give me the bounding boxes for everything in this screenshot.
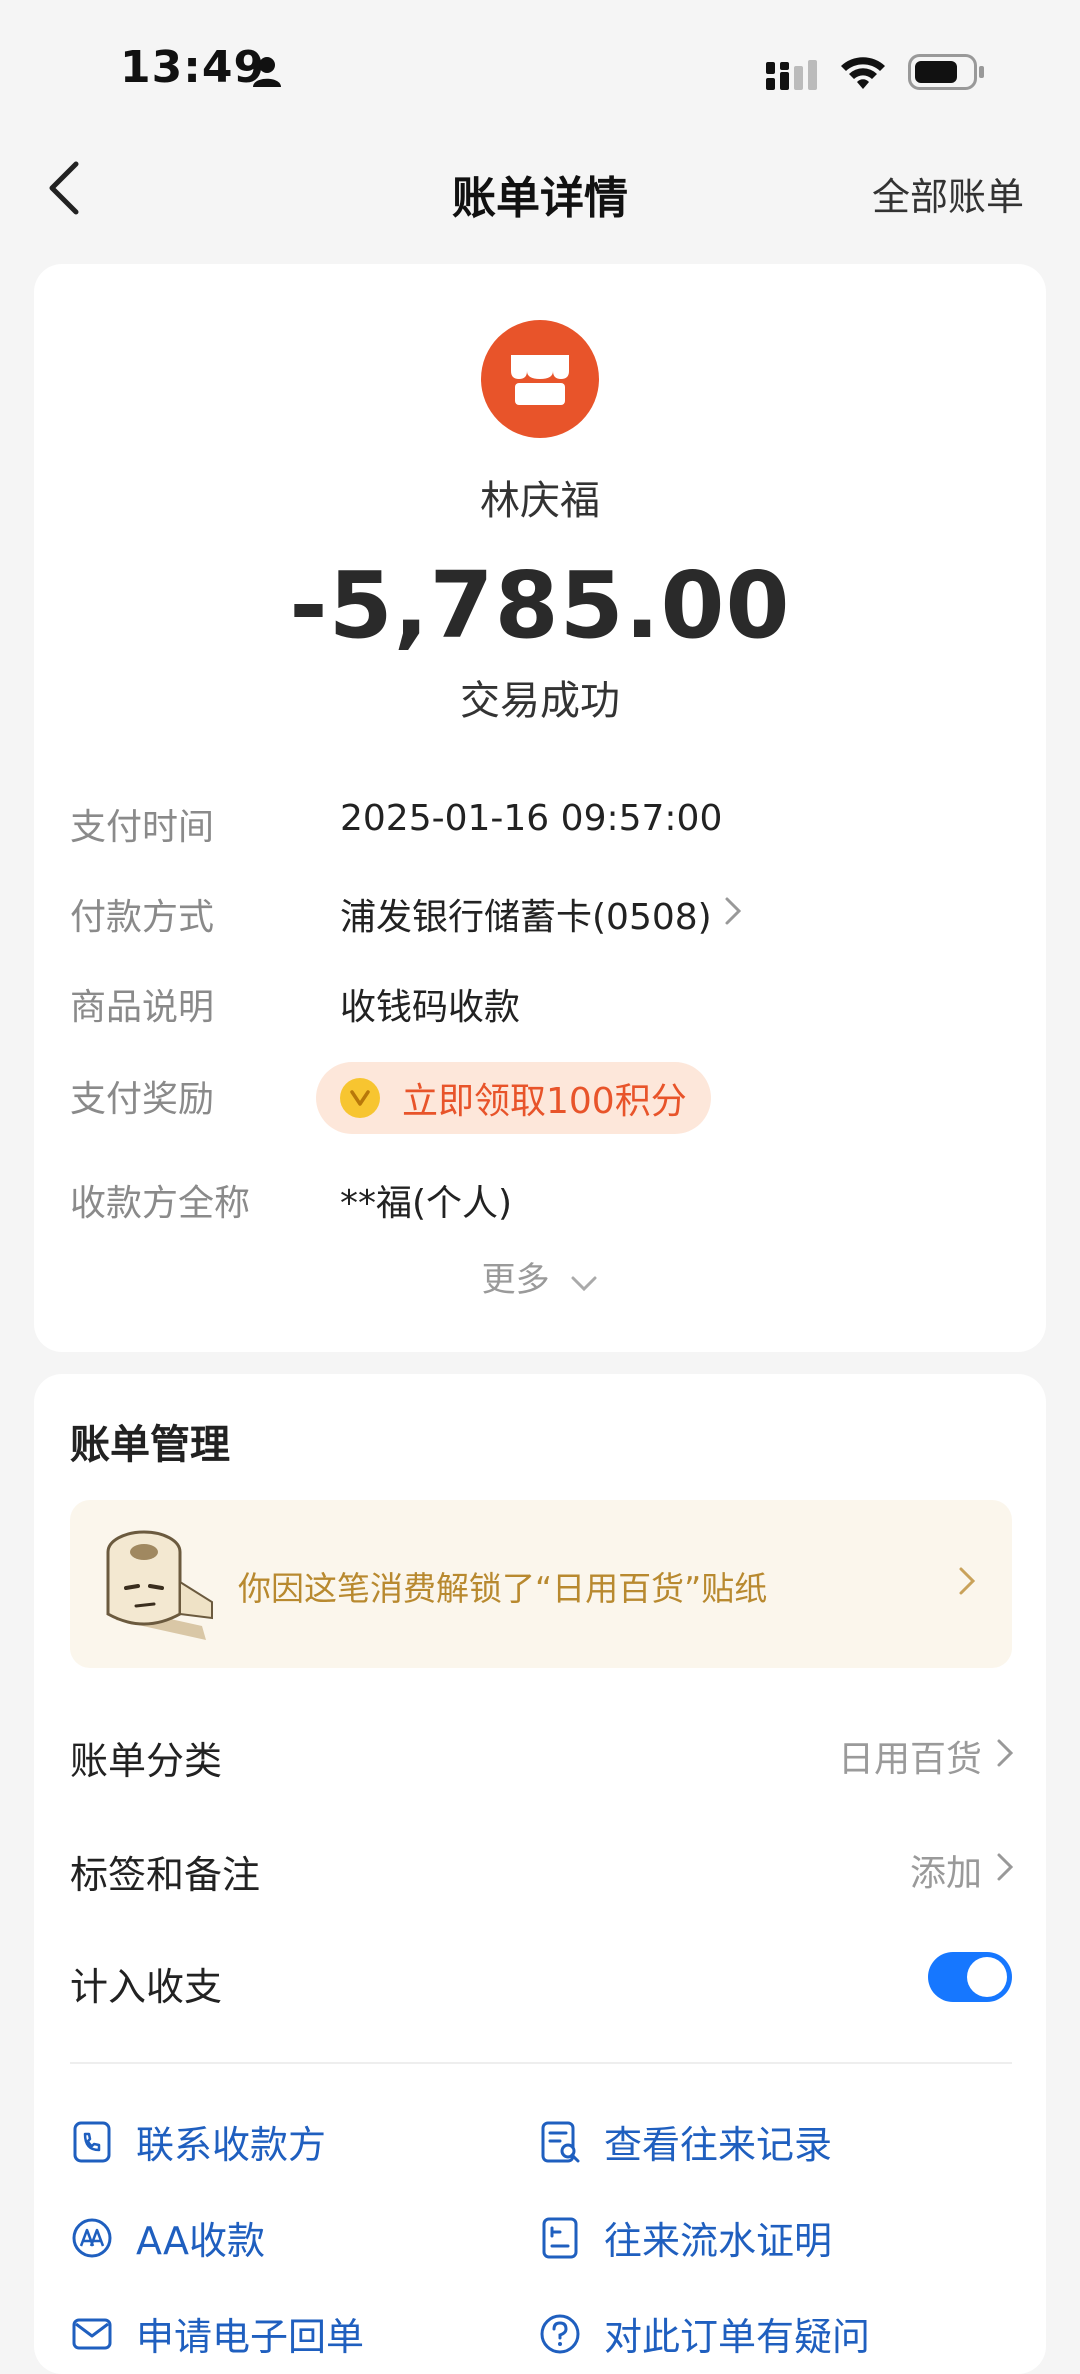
- aa-collect-action[interactable]: AA收款: [70, 2210, 265, 2265]
- detail-value-payee: **福(个人): [340, 1183, 513, 1224]
- detail-value-description: 收钱码收款: [340, 987, 521, 1028]
- merchant-name: 林庆福: [480, 478, 600, 524]
- chevron-right-icon: [996, 1736, 1014, 1777]
- contact-payee-action[interactable]: 联系收款方: [70, 2114, 326, 2169]
- include-toggle[interactable]: [928, 1952, 1012, 2002]
- more-label: 更多: [481, 1260, 550, 1300]
- points-coin-icon: [340, 1078, 380, 1118]
- divider: [70, 2062, 1012, 2064]
- detail-value-pay-method: 浦发银行储蓄卡(0508): [340, 897, 712, 938]
- detail-label-pay-method: 付款方式: [70, 897, 215, 938]
- sticker-text: 你因这笔消费解锁了“日用百货”贴纸: [238, 1569, 768, 1608]
- detail-value-pay-time: 2025-01-16 09:57:00: [340, 798, 723, 839]
- action-label: 联系收款方: [136, 2123, 327, 2167]
- tags-label: 标签和备注: [70, 1853, 261, 1897]
- detail-label-payee: 收款方全称: [70, 1183, 251, 1224]
- cellular-signal-icon: [764, 58, 824, 96]
- wifi-icon: [838, 52, 888, 96]
- chevron-right-icon: [958, 1566, 976, 1600]
- category-row[interactable]: 日用百货: [838, 1730, 1014, 1782]
- person-icon: [252, 56, 282, 92]
- statement-proof-action[interactable]: 往来流水证明: [538, 2210, 832, 2265]
- action-label: 申请电子回单: [136, 2315, 365, 2359]
- action-label: 往来流水证明: [604, 2219, 833, 2263]
- record-search-icon: [538, 2120, 582, 2164]
- toilet-paper-sticker-icon: [92, 1522, 222, 1650]
- include-label: 计入收支: [70, 1965, 223, 2009]
- e-receipt-action[interactable]: 申请电子回单: [70, 2306, 364, 2361]
- transaction-amount: -5,785.00: [289, 552, 791, 659]
- category-label: 账单分类: [70, 1739, 223, 1783]
- pay-method-row[interactable]: 浦发银行储蓄卡(0508): [340, 888, 742, 940]
- status-time: 13:49: [120, 42, 266, 93]
- tags-row[interactable]: 添加: [910, 1844, 1014, 1896]
- phone-icon: [70, 2120, 114, 2164]
- reward-claim-button[interactable]: 立即领取100积分: [316, 1062, 711, 1134]
- detail-label-pay-time: 支付时间: [70, 807, 215, 848]
- tags-value: 添加: [909, 1853, 982, 1894]
- action-label: 对此订单有疑问: [604, 2315, 871, 2359]
- action-label: 查看往来记录: [604, 2123, 833, 2167]
- mail-icon: [70, 2312, 114, 2356]
- detail-label-description: 商品说明: [70, 987, 215, 1028]
- all-bills-link[interactable]: 全部账单: [872, 166, 1024, 221]
- detail-label-reward: 支付奖励: [70, 1079, 215, 1120]
- statement-icon: [538, 2216, 582, 2260]
- more-toggle[interactable]: 更多: [0, 1252, 1080, 1302]
- order-question-action[interactable]: 对此订单有疑问: [538, 2306, 870, 2361]
- store-icon: [481, 320, 599, 438]
- toggle-knob: [967, 1957, 1007, 1997]
- category-value: 日用百货: [837, 1739, 982, 1780]
- reward-text: 立即领取100积分: [402, 1081, 687, 1122]
- transaction-status: 交易成功: [460, 678, 620, 724]
- question-icon: [538, 2312, 582, 2356]
- aa-icon: [70, 2216, 114, 2260]
- chevron-right-icon: [996, 1850, 1014, 1891]
- chevron-down-icon: [570, 1262, 598, 1302]
- section-title: 账单管理: [70, 1422, 230, 1468]
- view-records-action[interactable]: 查看往来记录: [538, 2114, 832, 2169]
- chevron-right-icon: [724, 894, 742, 935]
- battery-icon: [908, 54, 986, 94]
- action-label: AA收款: [136, 2219, 266, 2263]
